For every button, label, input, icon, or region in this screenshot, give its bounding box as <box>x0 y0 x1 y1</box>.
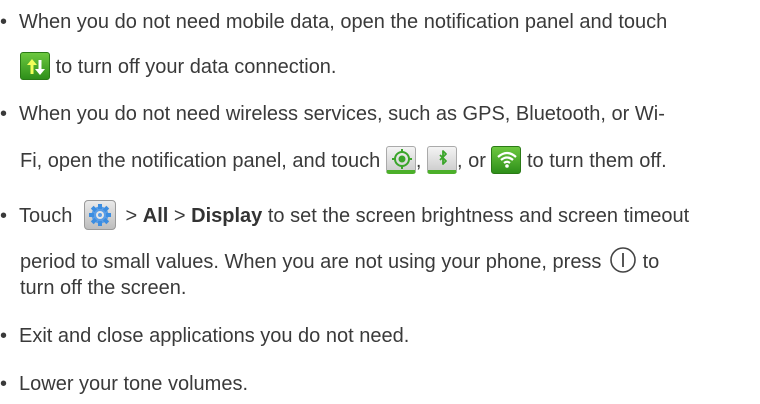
power-button-icon <box>609 246 637 274</box>
menu-display: Display <box>191 205 263 227</box>
bullet-marker: • <box>0 373 8 395</box>
bullet-1-line-2: to turn off your data connection. <box>20 52 337 80</box>
bullet-5-line-1: • Lower your tone volumes. <box>0 372 248 396</box>
breadcrumb-sep: > <box>173 205 186 227</box>
bullet-4-text: Exit and close applications you do not n… <box>19 325 410 347</box>
menu-all: All <box>142 205 169 227</box>
bullet-1-text-2: to turn off your data connection. <box>55 56 337 78</box>
bullet-3-text-2: period to small values. When you are not… <box>20 251 602 273</box>
bullet-2-text-1: When you do not need wireless services, … <box>19 103 665 125</box>
bullet-2-line-2: Fi, open the notification panel, and tou… <box>20 146 667 174</box>
bullet-2-or: , or <box>456 150 486 172</box>
bullet-3-text-4: turn off the screen. <box>20 277 187 299</box>
bullet-1-text-1: When you do not need mobile data, open t… <box>19 11 668 33</box>
bullet-3-text-1: to set the screen brightness and screen … <box>267 205 690 227</box>
settings-gear-icon <box>83 200 116 230</box>
bullet-marker: • <box>0 103 8 125</box>
bullet-3-touch: Touch <box>19 205 73 227</box>
bullet-3-text-3: to <box>642 251 660 273</box>
bullet-1-line-1: • When you do not need mobile data, open … <box>0 10 667 34</box>
bullet-marker: • <box>0 205 8 227</box>
bullet-2-text-2: Fi, open the notification panel, and tou… <box>20 150 381 172</box>
mobile-data-icon <box>20 52 50 80</box>
wifi-icon <box>491 146 522 174</box>
bullet-2-line-1: • When you do not need wireless services,… <box>0 102 665 126</box>
bullet-3-line-1: • Touch > All > Display to set the screen… <box>0 200 689 230</box>
breadcrumb-sep: > <box>125 205 138 227</box>
bullet-3-line-3: turn off the screen. <box>20 276 186 300</box>
bullet-5-text: Lower your tone volumes. <box>19 373 249 395</box>
bullet-3-line-2: period to small values. When you are not… <box>20 246 659 274</box>
bullet-4-line-1: • Exit and close applications you do not … <box>0 324 409 348</box>
bullet-marker: • <box>0 11 8 33</box>
bluetooth-icon <box>426 146 457 174</box>
bullet-2-text-3: to turn them off. <box>526 150 667 172</box>
gps-icon <box>385 146 416 174</box>
bullet-marker: • <box>0 325 8 347</box>
